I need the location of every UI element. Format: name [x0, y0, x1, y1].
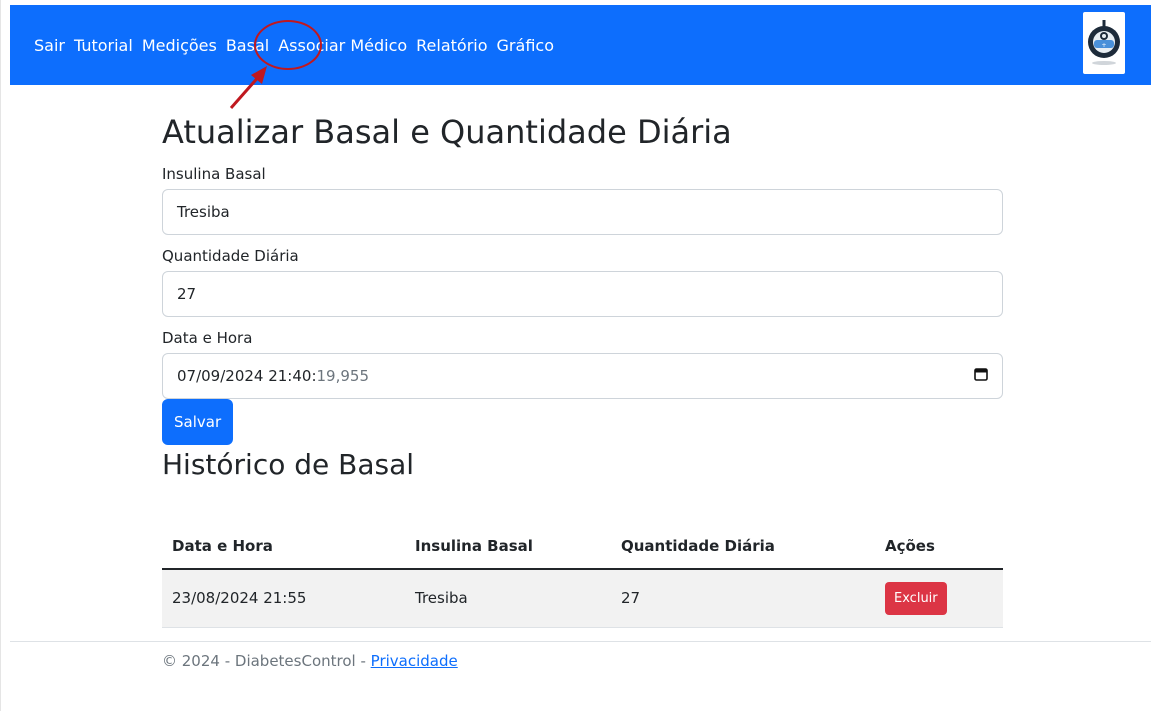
datetime-value: 07/09/2024 21:40:: [177, 367, 317, 385]
datetime-label: Data e Hora: [162, 329, 253, 347]
footer-text: © 2024 - DiabetesControl -: [162, 652, 371, 670]
basal-label: Insulina Basal: [162, 165, 266, 183]
col-header-quantity: Quantidade Diária: [611, 523, 875, 570]
cell-quantity: 27: [611, 569, 875, 628]
app-logo[interactable]: +: [1083, 12, 1125, 74]
main-content: Atualizar Basal e Quantidade Diária Insu…: [162, 108, 1003, 628]
navbar: Sair Tutorial Medições Basal Associar Mé…: [10, 5, 1151, 85]
footer-divider: [10, 641, 1151, 642]
quantity-label: Quantidade Diária: [162, 247, 299, 265]
history-title: Histórico de Basal: [162, 448, 415, 481]
datetime-ms-value: 19,955: [316, 367, 370, 385]
cell-datetime: 23/08/2024 21:55: [162, 569, 405, 628]
calendar-icon[interactable]: [974, 367, 988, 385]
col-header-basal: Insulina Basal: [405, 523, 611, 570]
table-row: 23/08/2024 21:55 Tresiba 27 Excluir: [162, 569, 1003, 628]
footer: © 2024 - DiabetesControl - Privacidade: [162, 650, 458, 672]
quantity-input[interactable]: 27: [162, 271, 1003, 317]
insulin-pen-logo-icon: +: [1088, 20, 1120, 65]
nav-item-sair[interactable]: Sair: [34, 35, 65, 57]
col-header-actions: Ações: [875, 523, 1003, 570]
window-edge: [0, 0, 1, 711]
delete-button[interactable]: Excluir: [885, 581, 947, 615]
nav-item-grafico[interactable]: Gráfico: [497, 35, 554, 57]
history-table: Data e Hora Insulina Basal Quantidade Di…: [162, 523, 1003, 628]
table-header-row: Data e Hora Insulina Basal Quantidade Di…: [162, 523, 1003, 570]
privacy-link[interactable]: Privacidade: [371, 652, 458, 670]
annotation-arrow: [229, 66, 267, 109]
basal-input[interactable]: Tresiba: [162, 189, 1003, 235]
cell-basal: Tresiba: [405, 569, 611, 628]
quantity-value: 27: [177, 285, 197, 303]
page-title: Atualizar Basal e Quantidade Diária: [162, 113, 732, 151]
basal-value: Tresiba: [177, 203, 230, 221]
cell-actions: Excluir: [875, 569, 1003, 628]
col-header-datetime: Data e Hora: [162, 523, 405, 570]
nav-item-relatorio[interactable]: Relatório: [416, 35, 487, 57]
save-button[interactable]: Salvar: [162, 399, 234, 445]
nav-item-tutorial[interactable]: Tutorial: [74, 35, 133, 57]
nav-item-medicoes[interactable]: Medições: [142, 35, 217, 57]
datetime-input[interactable]: 07/09/2024 21:40: 19,955: [162, 353, 1003, 399]
svg-text:+: +: [1101, 42, 1106, 49]
